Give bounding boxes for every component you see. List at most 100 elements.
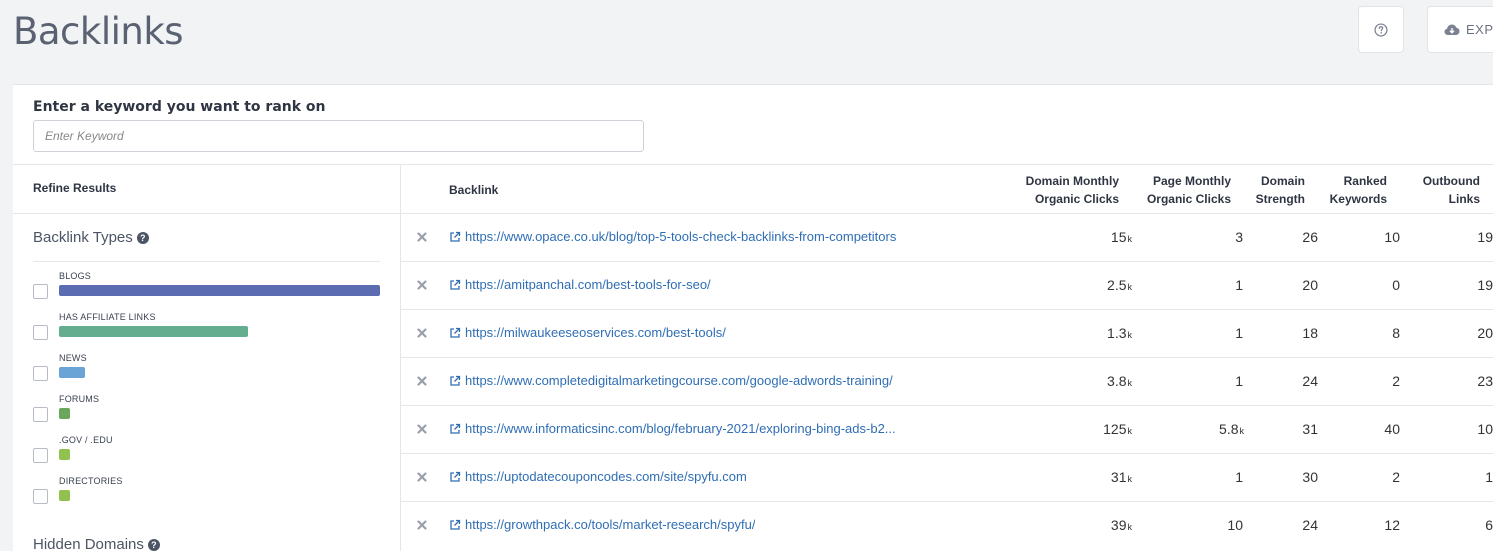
outbound-links-cell: 20: [1477, 325, 1493, 341]
domain-clicks-unit: k: [1127, 474, 1133, 484]
backlink-type-row[interactable]: HAS AFFILIATE LINKS: [33, 312, 383, 348]
outbound-links-cell: 6: [1485, 517, 1493, 533]
page-clicks-value: 5.8: [1219, 421, 1239, 437]
col-header-outbound-links[interactable]: Outbound Links: [1410, 172, 1480, 208]
type-label: BLOGS: [59, 271, 92, 281]
question-icon[interactable]: ?: [136, 231, 149, 244]
domain-clicks-unit: k: [1127, 378, 1133, 388]
domain-clicks-cell: 2.5k: [1107, 277, 1132, 293]
type-checkbox[interactable]: [33, 448, 48, 463]
col-header-line: Domain: [1260, 174, 1305, 188]
ranked-keywords-cell: 12: [1384, 517, 1400, 533]
col-header-line: Keywords: [1329, 192, 1387, 206]
backlink-type-row[interactable]: NEWS: [33, 353, 383, 389]
export-button[interactable]: EXPORT: [1427, 6, 1493, 53]
backlink-url[interactable]: https://amitpanchal.com/best-tools-for-s…: [465, 277, 711, 292]
type-checkbox[interactable]: [33, 325, 48, 340]
remove-icon[interactable]: [417, 376, 427, 386]
type-checkbox[interactable]: [33, 284, 48, 299]
col-header-line: Page Monthly: [1152, 174, 1231, 188]
col-header-domain-strength[interactable]: Domain Strength: [1235, 172, 1305, 208]
outbound-links-cell: 19: [1477, 277, 1493, 293]
remove-icon[interactable]: [417, 328, 427, 338]
page-clicks-value: 3: [1235, 229, 1243, 245]
type-checkbox[interactable]: [33, 366, 48, 381]
domain-strength-cell: 24: [1302, 373, 1318, 389]
external-link-icon: [450, 279, 461, 290]
backlink-type-row[interactable]: BLOGS: [33, 271, 383, 307]
domain-clicks-cell: 1.3k: [1107, 325, 1132, 341]
remove-icon[interactable]: [417, 424, 427, 434]
col-header-line: Links: [1448, 192, 1480, 206]
domain-clicks-value: 15: [1110, 229, 1127, 245]
domain-strength-cell: 31: [1302, 421, 1318, 437]
backlink-url[interactable]: https://growthpack.co/tools/market-resea…: [465, 517, 755, 532]
table-row: https://uptodatecouponcodes.com/site/spy…: [401, 453, 1493, 501]
backlink-link[interactable]: https://amitpanchal.com/best-tools-for-s…: [449, 277, 711, 292]
remove-icon[interactable]: [417, 232, 427, 242]
external-link-icon: [450, 471, 461, 482]
page-clicks-value: 1: [1235, 469, 1243, 485]
remove-icon[interactable]: [417, 520, 427, 530]
domain-strength-cell: 20: [1302, 277, 1318, 293]
remove-icon[interactable]: [417, 280, 427, 290]
question-icon[interactable]: ?: [147, 538, 160, 551]
domain-clicks-cell: 39k: [1111, 517, 1132, 533]
backlink-url[interactable]: https://www.informaticsinc.com/blog/febr…: [465, 421, 896, 436]
col-header-ranked-keywords[interactable]: Ranked Keywords: [1317, 172, 1387, 208]
backlink-link[interactable]: https://uptodatecouponcodes.com/site/spy…: [449, 469, 747, 484]
col-header-page-clicks[interactable]: Page Monthly Organic Clicks: [1121, 172, 1231, 208]
page-clicks-unit: k: [1239, 426, 1245, 436]
hidden-domains-label: Hidden Domains: [33, 536, 144, 551]
external-link-icon: [450, 327, 461, 338]
domain-strength-cell: 18: [1302, 325, 1318, 341]
backlink-type-row[interactable]: .GOV / .EDU: [33, 435, 383, 471]
domain-clicks-unit: k: [1127, 330, 1133, 340]
backlink-link[interactable]: https://www.opace.co.uk/blog/top-5-tools…: [449, 229, 896, 244]
ranked-keywords-cell: 8: [1392, 325, 1400, 341]
col-header-domain-clicks[interactable]: Domain Monthly Organic Clicks: [999, 172, 1119, 208]
remove-icon[interactable]: [417, 472, 427, 482]
help-button[interactable]: [1358, 6, 1404, 53]
domain-clicks-cell: 31k: [1111, 469, 1132, 485]
domain-clicks-value: 1.3: [1107, 325, 1127, 341]
backlink-url[interactable]: https://uptodatecouponcodes.com/site/spy…: [465, 469, 747, 484]
page-clicks-cell: 5.8k: [1219, 421, 1244, 437]
type-checkbox[interactable]: [33, 407, 48, 422]
type-bar: [59, 449, 70, 460]
backlink-type-row[interactable]: FORUMS: [33, 394, 383, 430]
page-title: Backlinks: [13, 10, 184, 53]
domain-strength-cell: 26: [1302, 229, 1318, 245]
backlink-url[interactable]: https://www.completedigitalmarketingcour…: [465, 373, 893, 388]
backlink-link[interactable]: https://www.completedigitalmarketingcour…: [449, 373, 893, 388]
backlink-types-label: Backlink Types: [33, 229, 133, 246]
outbound-links-cell: 1: [1485, 469, 1493, 485]
domain-clicks-cell: 15k: [1111, 229, 1132, 245]
backlink-link[interactable]: https://milwaukeeseoservices.com/best-to…: [449, 325, 726, 340]
external-link-icon: [450, 423, 461, 434]
page-clicks-cell: 10: [1227, 517, 1244, 533]
page-clicks-value: 1: [1235, 373, 1243, 389]
table-row: https://milwaukeeseoservices.com/best-to…: [401, 309, 1493, 357]
domain-clicks-unit: k: [1127, 234, 1133, 244]
type-checkbox[interactable]: [33, 489, 48, 504]
page-clicks-cell: 3: [1235, 229, 1244, 245]
export-label: EXPORT: [1466, 22, 1493, 37]
type-bar: [59, 367, 85, 378]
backlink-link[interactable]: https://growthpack.co/tools/market-resea…: [449, 517, 755, 532]
backlink-link[interactable]: https://www.informaticsinc.com/blog/febr…: [449, 421, 896, 436]
type-label: FORUMS: [59, 394, 100, 404]
ranked-keywords-cell: 40: [1384, 421, 1400, 437]
page-clicks-cell: 1: [1235, 373, 1244, 389]
external-link-icon: [450, 375, 461, 386]
domain-clicks-cell: 3.8k: [1107, 373, 1132, 389]
backlink-url[interactable]: https://milwaukeeseoservices.com/best-to…: [465, 325, 726, 340]
backlink-url[interactable]: https://www.opace.co.uk/blog/top-5-tools…: [465, 229, 896, 244]
divider: [13, 164, 1493, 165]
domain-clicks-value: 39: [1110, 517, 1127, 533]
keyword-input[interactable]: [33, 120, 644, 152]
external-link-icon: [450, 519, 461, 530]
col-header-backlink[interactable]: Backlink: [449, 181, 498, 199]
table-row: https://www.opace.co.uk/blog/top-5-tools…: [401, 213, 1493, 261]
backlink-type-row[interactable]: DIRECTORIES: [33, 476, 383, 512]
